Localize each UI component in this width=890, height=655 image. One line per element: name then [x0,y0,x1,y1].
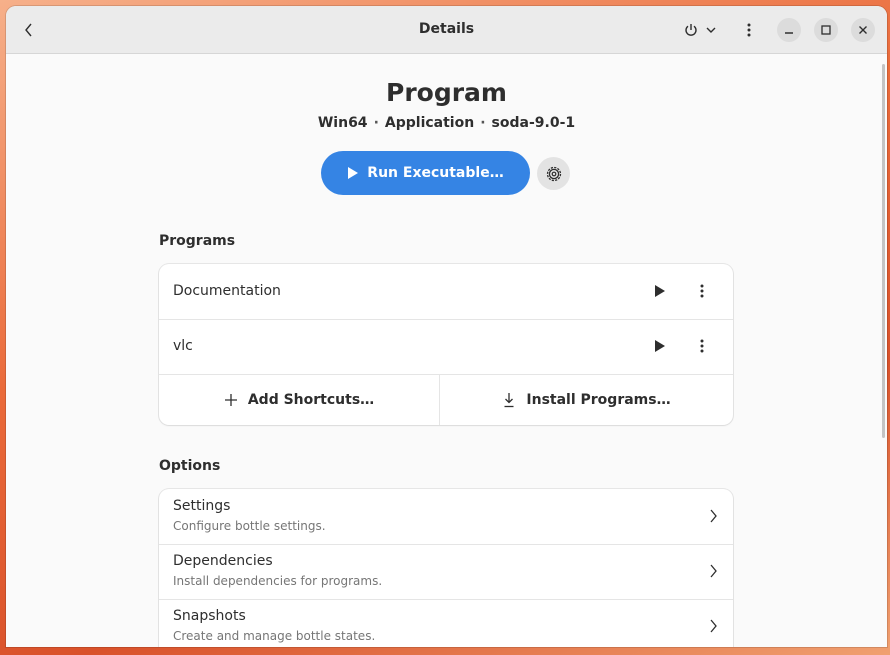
kebab-menu-icon [700,339,704,353]
install-programs-button[interactable]: Install Programs… [440,374,733,425]
program-row[interactable]: Documentation [159,264,733,320]
run-executable-label: Run Executable… [367,165,504,181]
minimize-button[interactable] [777,18,801,42]
separator-dot: · [373,115,379,131]
play-icon[interactable] [651,338,667,354]
option-title: Settings [173,498,231,514]
kebab-menu-icon [747,23,751,37]
close-icon [859,26,867,34]
option-description: Create and manage bottle states. [173,629,376,643]
install-programs-label: Install Programs… [526,391,671,408]
chevron-right-icon [710,564,717,578]
separator-dot: · [480,115,486,131]
programs-heading: Programs [159,233,236,249]
chevron-right-icon [710,509,717,523]
option-title: Dependencies [173,553,273,569]
option-row-snapshots[interactable]: Snapshots Create and manage bottle state… [159,599,733,647]
gear-icon [546,166,561,181]
maximize-icon [821,25,831,35]
program-row[interactable]: vlc [159,319,733,375]
main-menu-button[interactable] [738,18,760,42]
bottle-subtitle: Win64 · Application · soda-9.0-1 [6,115,887,131]
minimize-icon [785,32,793,34]
option-description: Install dependencies for programs. [173,574,383,588]
option-title: Snapshots [173,608,246,624]
options-heading: Options [159,458,221,474]
headerbar: Details [6,6,887,54]
options-list: Settings Configure bottle settings. Depe… [159,489,733,647]
bottle-settings-button[interactable] [537,157,570,190]
kebab-menu-icon [700,284,704,298]
option-description: Configure bottle settings. [173,519,326,533]
option-row-settings[interactable]: Settings Configure bottle settings. [159,489,733,545]
bottle-name: Program [386,78,507,107]
program-menu-button[interactable] [692,338,712,354]
details-content: Program Win64 · Application · soda-9.0-1 Run… [6,54,887,647]
power-icon [685,24,697,36]
programs-list: Documentation vlc Add Shortcuts… Install [159,264,733,425]
power-menu-button[interactable] [678,18,722,42]
program-menu-button[interactable] [692,283,712,299]
bottle-arch: Win64 [317,115,368,131]
add-shortcuts-label: Add Shortcuts… [247,391,375,408]
chevron-down-icon [706,27,716,33]
plus-icon [224,393,237,406]
maximize-button[interactable] [814,18,838,42]
bottle-environment: Application [384,115,475,131]
add-shortcuts-button[interactable]: Add Shortcuts… [159,374,440,425]
run-executable-button[interactable]: Run Executable… [321,151,530,195]
chevron-right-icon [710,619,717,633]
download-icon [504,392,514,407]
option-row-dependencies[interactable]: Dependencies Install dependencies for pr… [159,544,733,600]
play-icon [348,167,359,179]
program-name: Documentation [173,283,281,299]
play-icon[interactable] [651,283,667,299]
bottle-runner: soda-9.0-1 [491,115,576,131]
program-name: vlc [173,338,193,354]
close-button[interactable] [851,18,875,42]
app-window: Details Program Win64 · Application · soda-9… [6,6,887,647]
